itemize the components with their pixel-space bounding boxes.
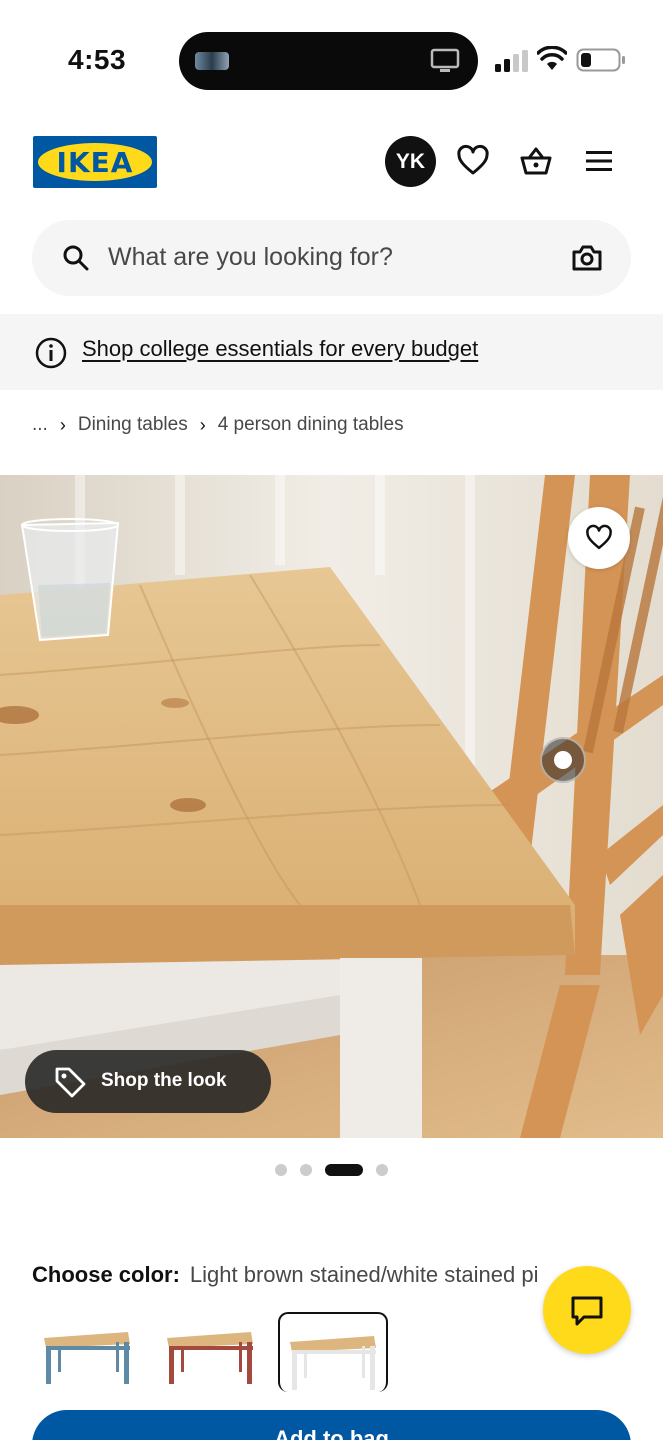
carousel-dot[interactable] xyxy=(300,1164,312,1176)
media-thumbnail-icon xyxy=(195,52,229,70)
promo-banner: Shop college essentials for every budget xyxy=(0,314,663,390)
status-bar: 4:53 xyxy=(0,0,663,110)
camera-icon[interactable] xyxy=(571,242,603,274)
add-to-bag-button[interactable]: Add to bag xyxy=(32,1410,631,1440)
color-option-white-selected[interactable] xyxy=(278,1312,388,1392)
profile-avatar[interactable]: YK xyxy=(385,136,436,187)
add-to-bag-label: Add to bag xyxy=(274,1426,389,1440)
breadcrumb: ... › Dining tables › 4 person dining ta… xyxy=(32,411,404,439)
choose-color-heading: Choose color: xyxy=(32,1262,180,1287)
status-time: 4:53 xyxy=(68,44,127,75)
wifi-icon xyxy=(537,46,567,70)
carousel-indicator xyxy=(0,1163,663,1177)
chevron-right-icon: › xyxy=(59,414,66,435)
menu-icon[interactable] xyxy=(582,144,616,178)
color-option-red[interactable] xyxy=(155,1312,265,1392)
shop-the-look-label: Shop the look xyxy=(101,1070,227,1091)
promo-link[interactable]: Shop college essentials for every budget xyxy=(82,336,478,362)
ikea-logo[interactable]: IKEA xyxy=(33,136,157,188)
breadcrumb-ellipsis[interactable]: ... xyxy=(32,414,48,436)
selected-color-value: Light brown stained/white stained pi xyxy=(189,1262,539,1287)
breadcrumb-item-4-person[interactable]: 4 person dining tables xyxy=(218,414,404,436)
chat-bubble-icon xyxy=(571,1296,603,1326)
chevron-right-icon: › xyxy=(199,414,206,435)
table-thumbnail xyxy=(290,1336,376,1390)
search-placeholder[interactable]: What are you looking for? xyxy=(108,243,393,272)
carousel-dot-active[interactable] xyxy=(325,1164,363,1176)
carousel-dot[interactable] xyxy=(275,1164,287,1176)
search-icon xyxy=(63,245,89,271)
logo-text: IKEA xyxy=(56,146,134,179)
signal-icon xyxy=(495,50,528,72)
heart-icon[interactable] xyxy=(456,144,490,178)
hotspot-dot xyxy=(554,751,572,769)
table-thumbnail xyxy=(44,1332,130,1384)
tag-icon xyxy=(55,1067,86,1098)
product-hotspot[interactable] xyxy=(540,737,586,783)
color-option-blue[interactable] xyxy=(32,1312,142,1392)
heart-icon xyxy=(586,524,612,550)
carousel-dot[interactable] xyxy=(376,1164,388,1176)
table-thumbnail xyxy=(167,1332,253,1384)
product-photo xyxy=(0,475,663,1138)
dynamic-island xyxy=(179,32,478,90)
add-to-favorites-button[interactable] xyxy=(568,507,630,569)
chat-button[interactable] xyxy=(543,1266,631,1354)
screen-mirroring-icon xyxy=(430,48,460,72)
search-bar[interactable]: What are you looking for? xyxy=(32,220,631,296)
color-chooser-label: Choose color: Light brown stained/white s… xyxy=(32,1262,572,1288)
breadcrumb-item-dining-tables[interactable]: Dining tables xyxy=(78,414,188,436)
info-icon xyxy=(35,337,67,369)
shop-the-look-button[interactable]: Shop the look xyxy=(25,1050,271,1113)
product-image[interactable] xyxy=(0,475,663,1138)
battery-icon xyxy=(576,48,625,72)
basket-icon[interactable] xyxy=(519,144,553,178)
